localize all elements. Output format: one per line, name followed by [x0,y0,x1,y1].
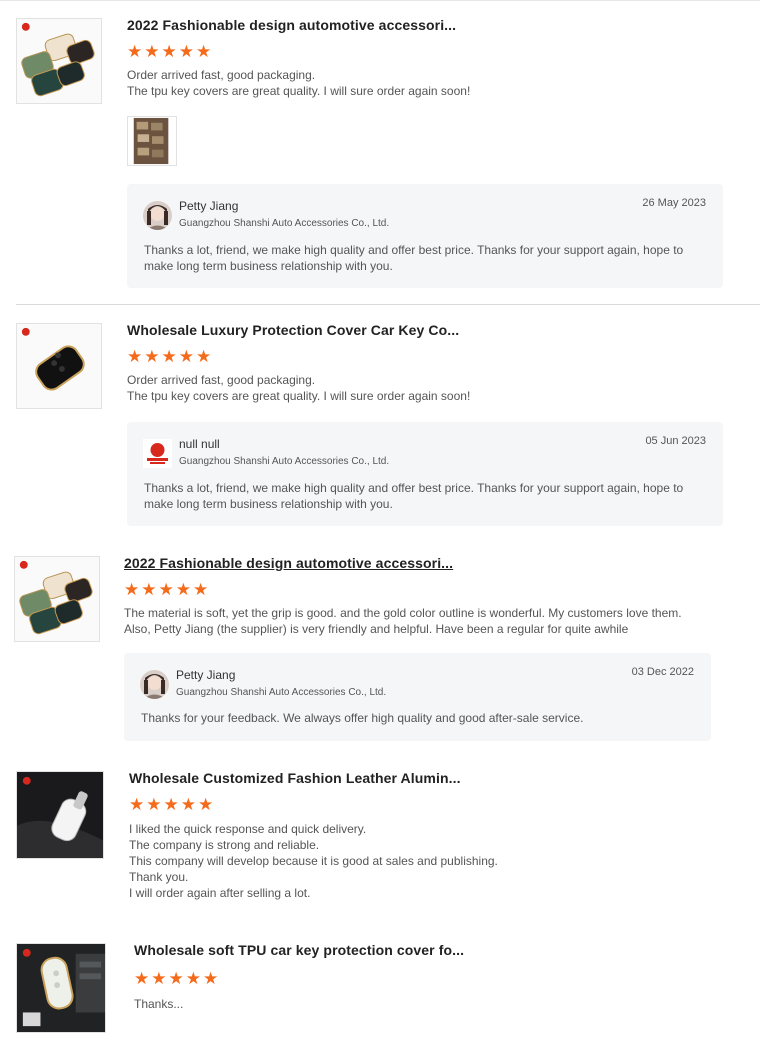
seller-reply: null null Guangzhou Shanshi Auto Accesso… [127,422,723,526]
review-line: I will order again after selling a lot. [129,886,311,900]
reply-company: Guangzhou Shanshi Auto Accessories Co., … [179,456,390,467]
star-icon: ★ [124,580,140,599]
reply-author-name: Petty Jiang [176,668,236,682]
star-icon: ★ [180,795,196,814]
rating-stars: ★ ★ ★ ★ ★ [127,43,211,61]
key-cover-image [17,324,101,408]
star-icon: ★ [193,580,209,599]
star-icon: ★ [185,969,201,988]
star-icon: ★ [198,795,214,814]
review-line: This company will develop because it is … [129,854,498,868]
review-text: Order arrived fast, good packaging. The … [127,372,470,404]
star-icon: ★ [144,42,160,61]
review-item: Wholesale soft TPU car key protection co… [0,925,760,1053]
star-icon: ★ [144,347,160,366]
star-icon: ★ [178,42,194,61]
rating-stars: ★ ★ ★ ★ ★ [134,970,218,988]
review-line: Order arrived fast, good packaging. [127,373,316,387]
product-thumbnail[interactable] [16,18,102,104]
product-thumbnail[interactable] [16,943,106,1033]
avatar [143,439,172,468]
star-icon: ★ [161,42,177,61]
reply-text: Thanks a lot, friend, we make high quali… [144,243,684,273]
review-product-title[interactable]: 2022 Fashionable design automotive acces… [127,17,456,33]
review-line: The tpu key covers are great quality. I … [127,84,471,98]
reply-date: 05 Jun 2023 [645,435,706,447]
seller-reply: Petty Jiang Guangzhou Shanshi Auto Acces… [124,653,711,741]
review-item: 2022 Fashionable design automotive acces… [0,0,760,305]
avatar-icon [143,201,172,230]
reply-date: 26 May 2023 [642,197,706,209]
product-thumbnail[interactable] [16,771,104,859]
review-product-title[interactable]: 2022 Fashionable design automotive acces… [124,555,453,571]
review-product-title[interactable]: Wholesale Customized Fashion Leather Alu… [129,770,461,786]
star-icon: ★ [146,795,162,814]
reply-company: Guangzhou Shanshi Auto Accessories Co., … [176,687,387,698]
star-icon: ★ [168,969,184,988]
star-icon: ★ [127,42,143,61]
rating-stars: ★ ★ ★ ★ ★ [129,796,213,814]
seller-reply: Petty Jiang Guangzhou Shanshi Auto Acces… [127,184,723,288]
star-icon: ★ [203,969,219,988]
tpu-key-cover-image [17,944,105,1032]
review-line: Thank you. [129,870,189,884]
review-line: The company is strong and reliable. [129,838,320,852]
star-icon: ★ [151,969,167,988]
product-thumbnail[interactable] [14,556,100,642]
review-product-title[interactable]: Wholesale Luxury Protection Cover Car Ke… [127,322,459,338]
review-line: Order arrived fast, good packaging. [127,68,316,82]
reply-date: 03 Dec 2022 [631,666,694,678]
rating-stars: ★ ★ ★ ★ ★ [127,348,211,366]
star-icon: ★ [158,580,174,599]
reply-author-name: null null [179,437,220,451]
star-icon: ★ [161,347,177,366]
key-covers-image [15,557,99,641]
reply-company: Guangzhou Shanshi Auto Accessories Co., … [179,218,390,229]
star-icon: ★ [175,580,191,599]
star-icon: ★ [163,795,179,814]
review-line: Also, Petty Jiang (the supplier) is very… [124,622,629,636]
review-photo-image [133,117,169,165]
review-photo[interactable] [127,116,177,166]
review-item: 2022 Fashionable design automotive acces… [0,540,760,750]
review-line: I liked the quick response and quick del… [129,822,367,836]
product-thumbnail[interactable] [16,323,102,409]
star-icon: ★ [129,795,145,814]
review-text: Order arrived fast, good packaging. The … [127,67,470,99]
review-line: The material is soft, yet the grip is go… [124,606,682,620]
star-icon: ★ [127,347,143,366]
review-line: Thanks... [134,997,184,1011]
reply-text: Thanks a lot, friend, we make high quali… [144,481,684,511]
star-icon: ★ [196,42,212,61]
star-icon: ★ [134,969,150,988]
review-text: The material is soft, yet the grip is go… [124,605,682,637]
review-line: The tpu key covers are great quality. I … [127,389,471,403]
review-item: Wholesale Customized Fashion Leather Alu… [0,750,760,925]
key-covers-image [17,19,101,103]
reply-author-name: Petty Jiang [179,199,239,213]
review-product-title[interactable]: Wholesale soft TPU car key protection co… [134,942,464,958]
star-icon: ★ [178,347,194,366]
star-icon: ★ [141,580,157,599]
red-logo-icon [143,439,172,468]
review-item: Wholesale Luxury Protection Cover Car Ke… [0,305,760,540]
reply-text: Thanks for your feedback. We always offe… [141,711,584,725]
star-icon: ★ [196,347,212,366]
avatar [143,201,172,230]
avatar-icon [140,670,169,699]
review-text: Thanks... [134,996,183,1012]
avatar [140,670,169,699]
review-text: I liked the quick response and quick del… [129,821,498,901]
leather-key-cover-image [17,772,103,858]
rating-stars: ★ ★ ★ ★ ★ [124,581,208,599]
